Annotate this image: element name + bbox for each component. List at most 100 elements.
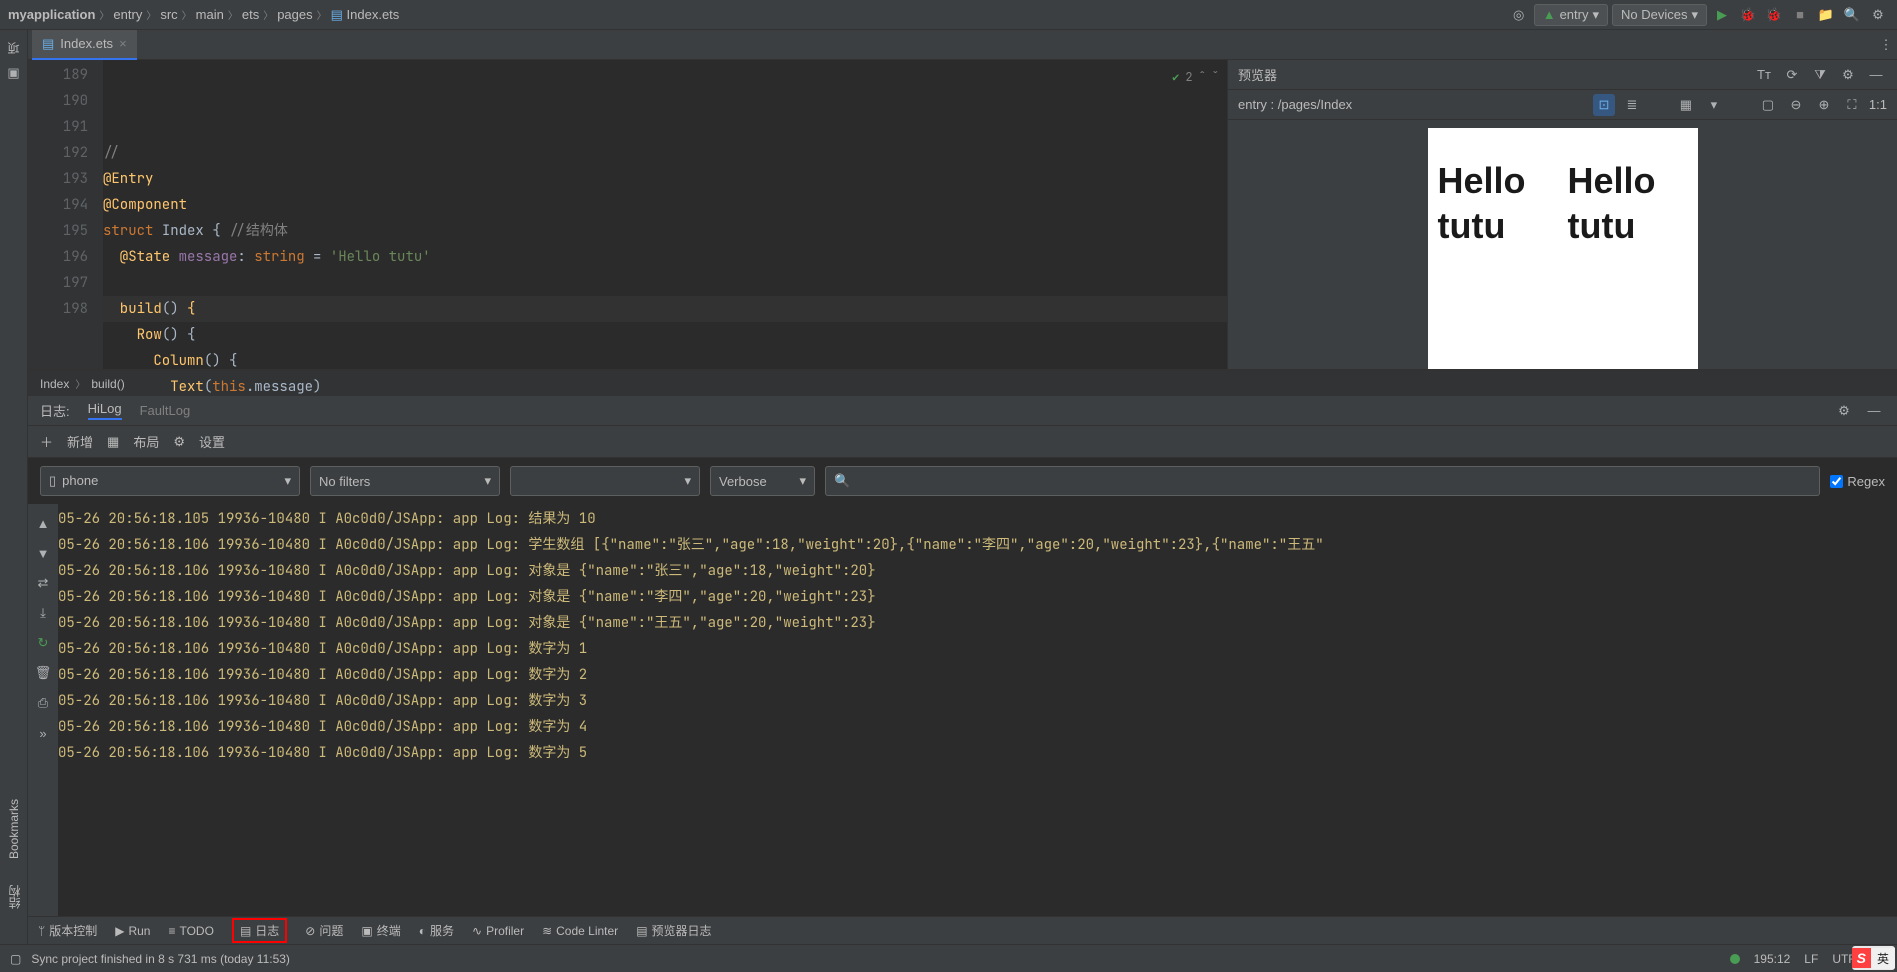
breadcrumb-item[interactable]: pages (277, 7, 312, 22)
add-icon[interactable]: ＋ (40, 432, 53, 451)
inspect-icon[interactable]: ⊡ (1593, 94, 1615, 116)
debug2-icon[interactable]: 🐞 (1763, 4, 1785, 26)
tab-run[interactable]: ▶Run (115, 924, 150, 938)
log-line[interactable]: 05-26 20:56:18.105 19936-10480 I A0c0d0/… (58, 506, 1897, 532)
fit-icon[interactable]: ⛶ (1841, 94, 1863, 116)
cursor-position[interactable]: 195:12 (1754, 952, 1791, 966)
restart-icon[interactable]: ↻ (32, 632, 54, 654)
layers-icon[interactable]: ≣ (1621, 94, 1643, 116)
chevron-up-icon[interactable]: ˆ (1199, 64, 1206, 90)
zoom-out-icon[interactable]: ⊖ (1785, 94, 1807, 116)
folder-icon[interactable]: 📁 (1815, 4, 1837, 26)
tab-terminal[interactable]: ▣终端 (361, 922, 400, 939)
breadcrumb-item[interactable]: myapplication (8, 7, 95, 22)
breadcrumb-item[interactable]: main (196, 7, 224, 22)
breadcrumb-item[interactable]: entry (113, 7, 142, 22)
crop-icon[interactable]: ▢ (1757, 94, 1779, 116)
grid-icon[interactable]: ▦ (1675, 94, 1697, 116)
log-line[interactable]: 05-26 20:56:18.106 19936-10480 I A0c0d0/… (58, 740, 1897, 766)
wrap-icon[interactable]: ⇄ (32, 572, 54, 594)
tag-filter[interactable]: ▾ (510, 466, 700, 496)
tab-menu-icon[interactable]: ⋮ (1875, 34, 1897, 56)
tab-version-control[interactable]: ᛘ版本控制 (38, 922, 97, 939)
log-line[interactable]: 05-26 20:56:18.106 19936-10480 I A0c0d0/… (58, 558, 1897, 584)
tab-logs[interactable]: ▤日志 (232, 918, 287, 943)
log-search-input[interactable]: 🔍 (825, 466, 1820, 496)
zoom-in-icon[interactable]: ⊕ (1813, 94, 1835, 116)
log-line[interactable]: 05-26 20:56:18.106 19936-10480 I A0c0d0/… (58, 610, 1897, 636)
text-size-icon[interactable]: Tᴛ (1753, 64, 1775, 86)
stop-icon[interactable]: ■ (1789, 4, 1811, 26)
gear-icon[interactable]: ⚙ (173, 434, 185, 450)
log-line[interactable]: 05-26 20:56:18.106 19936-10480 I A0c0d0/… (58, 662, 1897, 688)
tab-faultlog[interactable]: FaultLog (140, 403, 191, 418)
level-filter[interactable]: Verbose ▾ (710, 466, 815, 496)
line-separator[interactable]: LF (1804, 952, 1818, 966)
more-icon[interactable]: » (32, 722, 54, 744)
collapse-up-icon[interactable]: ▲ (32, 512, 54, 534)
previewer-canvas[interactable]: Hello tutu Hello tutu (1228, 120, 1897, 369)
code-line[interactable]: build() { (103, 296, 1227, 322)
log-line[interactable]: 05-26 20:56:18.106 19936-10480 I A0c0d0/… (58, 532, 1897, 558)
breadcrumb-item[interactable]: Index (40, 377, 69, 391)
toolbar-settings[interactable]: 设置 (199, 432, 225, 451)
breadcrumb-item[interactable]: ets (242, 7, 259, 22)
tab-profiler[interactable]: ∿Profiler (472, 924, 524, 938)
refresh-icon[interactable]: ⟳ (1781, 64, 1803, 86)
layout-icon[interactable]: ▦ (107, 434, 119, 450)
run-icon[interactable]: ▶ (1711, 4, 1733, 26)
sidebar-structure[interactable]: 结构 (6, 877, 23, 917)
collapse-down-icon[interactable]: ▼ (32, 542, 54, 564)
log-output[interactable]: 05-26 20:56:18.105 19936-10480 I A0c0d0/… (58, 504, 1897, 944)
code-line[interactable]: Text(this.message) (103, 374, 1227, 400)
code-line[interactable]: Row() { (103, 322, 1227, 348)
search-icon[interactable]: 🔍 (1841, 4, 1863, 26)
sidebar-project[interactable]: 项 (5, 34, 22, 62)
regex-checkbox[interactable] (1830, 475, 1843, 488)
device-select[interactable]: No Devices ▾ (1612, 4, 1707, 26)
tab-previewer-log[interactable]: ▤预览器日志 (636, 922, 711, 939)
code-line[interactable]: Column() { (103, 348, 1227, 374)
code-line[interactable]: struct Index { //结构体 (103, 218, 1227, 244)
export-icon[interactable]: ⎙ (32, 692, 54, 714)
tab-code-linter[interactable]: ≋Code Linter (542, 924, 618, 938)
code-line[interactable]: @State message: string = 'Hello tutu' (103, 244, 1227, 270)
status-icon[interactable]: ▢ (10, 952, 21, 966)
filter-icon[interactable]: ⧩ (1809, 64, 1831, 86)
tab-problems[interactable]: ⊘问题 (305, 922, 343, 939)
minimize-icon[interactable]: — (1865, 64, 1887, 86)
log-line[interactable]: 05-26 20:56:18.106 19936-10480 I A0c0d0/… (58, 636, 1897, 662)
gear-icon[interactable]: ⚙ (1837, 64, 1859, 86)
device-filter[interactable]: ▯phone ▾ (40, 466, 300, 496)
minimize-icon[interactable]: — (1863, 400, 1885, 422)
code-line[interactable] (103, 270, 1227, 296)
toolbar-layout[interactable]: 布局 (133, 432, 159, 451)
ime-indicator[interactable]: S 英 (1852, 946, 1895, 970)
trash-icon[interactable]: 🗑 (32, 662, 54, 684)
log-line[interactable]: 05-26 20:56:18.106 19936-10480 I A0c0d0/… (58, 688, 1897, 714)
editor-inspection-widget[interactable]: ✔ 2 ˆ ˇ (1172, 64, 1219, 90)
debug-icon[interactable]: 🐞 (1737, 4, 1759, 26)
run-config-select[interactable]: ▲ entry ▾ (1534, 4, 1608, 26)
toolbar-new[interactable]: 新增 (67, 432, 93, 451)
tab-services[interactable]: ◐服务 (419, 922, 454, 939)
target-icon[interactable]: ◎ (1508, 4, 1530, 26)
log-line[interactable]: 05-26 20:56:18.106 19936-10480 I A0c0d0/… (58, 584, 1897, 610)
status-indicator-icon[interactable] (1730, 954, 1740, 964)
folder-tree-icon[interactable]: ▣ (3, 62, 25, 84)
tab-todo[interactable]: ≡TODO (168, 924, 213, 938)
sidebar-bookmarks[interactable]: Bookmarks (7, 791, 21, 867)
scroll-end-icon[interactable]: ⤓ (32, 602, 54, 624)
gear-icon[interactable]: ⚙ (1833, 400, 1855, 422)
breadcrumb-item[interactable]: ▤ Index.ets (331, 7, 400, 23)
chevron-down-icon[interactable]: ˇ (1212, 64, 1219, 90)
gear-icon[interactable]: ⚙ (1867, 4, 1889, 26)
code-line[interactable]: @Entry (103, 166, 1227, 192)
chevron-down-icon[interactable]: ▾ (1703, 94, 1725, 116)
close-icon[interactable]: × (119, 36, 127, 51)
code-line[interactable]: // (103, 140, 1227, 166)
tab-hilog[interactable]: HiLog (88, 401, 122, 420)
log-filter[interactable]: No filters ▾ (310, 466, 500, 496)
code-line[interactable]: @Component (103, 192, 1227, 218)
breadcrumb-item[interactable]: src (160, 7, 177, 22)
